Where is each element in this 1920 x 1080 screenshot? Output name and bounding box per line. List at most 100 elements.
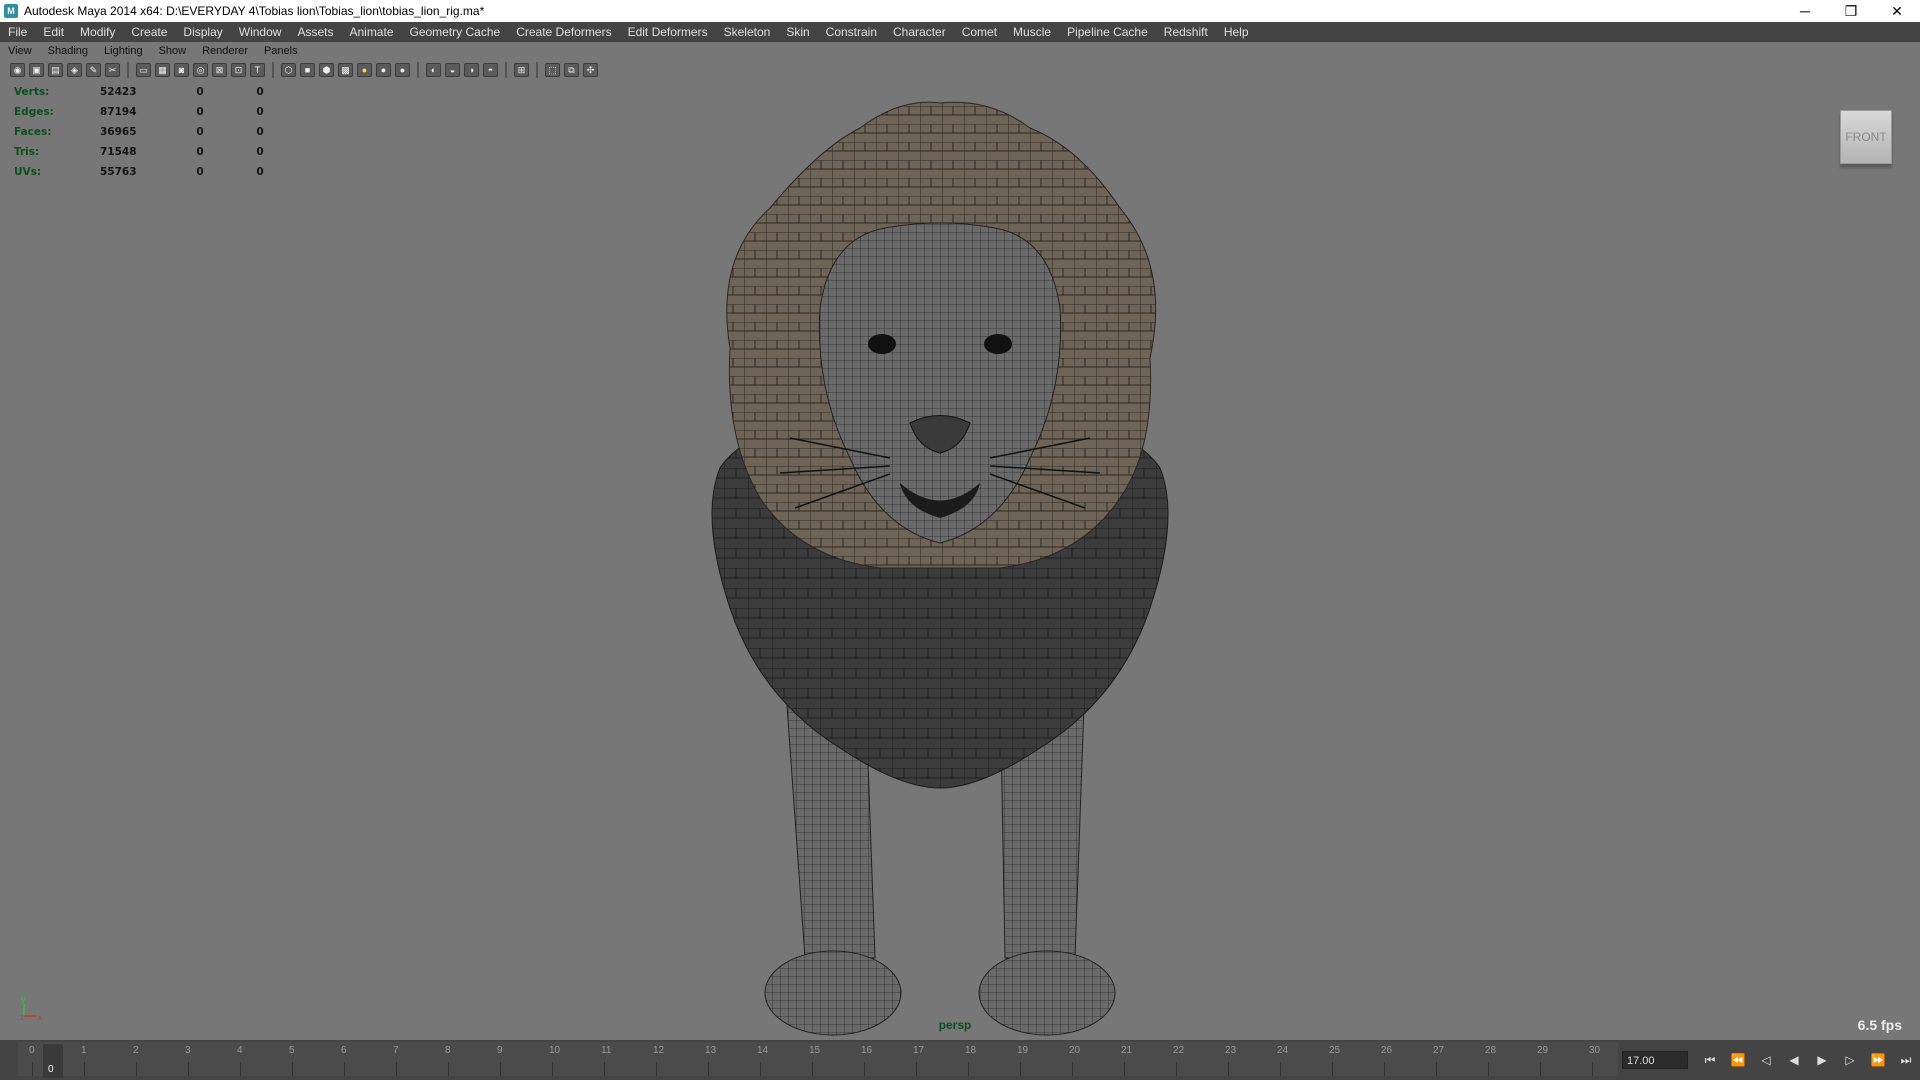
play-forwards-icon[interactable]: ▶: [1812, 1050, 1832, 1070]
time-slider[interactable]: 0 0 1 2 3 4 5 6 7 8 9 10 11 12 13 14 15 16 17 18 19 20 21 22 23…: [0, 1040, 1920, 1080]
viewcube[interactable]: FRONT: [1840, 110, 1892, 164]
xray-joints-icon[interactable]: ⧉: [564, 63, 579, 77]
xray-icon[interactable]: ⬚: [545, 63, 560, 77]
perspective-viewport[interactable]: View Shading Lighting Show Renderer Pane…: [0, 42, 1920, 1040]
step-back-key-icon[interactable]: ⏪: [1728, 1050, 1748, 1070]
menu-redshift[interactable]: Redshift: [1156, 25, 1216, 39]
time-tick-label: 12: [653, 1045, 665, 1056]
time-tick-label: 18: [965, 1045, 977, 1056]
menu-pipeline-cache[interactable]: Pipeline Cache: [1059, 25, 1156, 39]
step-forward-frame-icon[interactable]: ▷: [1840, 1050, 1860, 1070]
shadows-icon[interactable]: ●: [376, 63, 391, 77]
select-camera-icon[interactable]: ◉: [10, 63, 25, 77]
panel-menu-renderer[interactable]: Renderer: [194, 45, 256, 57]
time-tick: [396, 1062, 397, 1076]
hud-value: 0: [196, 166, 204, 178]
time-tick: [708, 1062, 709, 1076]
use-all-lights-icon[interactable]: ●: [357, 63, 372, 77]
hud-label: Faces:: [14, 126, 52, 138]
menu-help[interactable]: Help: [1216, 25, 1257, 39]
hud-value: 0: [256, 106, 264, 118]
menu-display[interactable]: Display: [175, 25, 230, 39]
menu-geometry-cache[interactable]: Geometry Cache: [402, 25, 509, 39]
time-tick-label: 16: [861, 1045, 873, 1056]
textured-icon[interactable]: ▩: [338, 63, 353, 77]
menu-file[interactable]: File: [0, 25, 35, 39]
go-to-end-icon[interactable]: ⏭: [1896, 1050, 1916, 1070]
isolate-select-icon[interactable]: ⊞: [514, 63, 529, 77]
time-tick-label: 8: [445, 1045, 451, 1056]
panel-menu-shading[interactable]: Shading: [40, 45, 96, 57]
window-controls: ─ ❐ ✕: [1782, 0, 1920, 22]
panel-menu-lighting[interactable]: Lighting: [96, 45, 151, 57]
time-tick-label: 14: [757, 1045, 769, 1056]
two-sided-lighting-icon[interactable]: T: [250, 63, 265, 77]
close-button[interactable]: ✕: [1874, 0, 1920, 22]
restore-button[interactable]: ❐: [1828, 0, 1874, 22]
menu-edit[interactable]: Edit: [35, 25, 72, 39]
panel-menu-show[interactable]: Show: [151, 45, 195, 57]
hardware-fog-icon[interactable]: ◓: [483, 63, 498, 77]
time-tick: [1332, 1062, 1333, 1076]
menu-skeleton[interactable]: Skeleton: [716, 25, 779, 39]
screen-space-ao-icon[interactable]: ●: [395, 63, 410, 77]
xray-active-components-icon[interactable]: ✣: [583, 63, 598, 77]
lion-model[interactable]: [700, 88, 1180, 1040]
camera-name-label: persp: [938, 1018, 972, 1032]
menu-edit-deformers[interactable]: Edit Deformers: [620, 25, 716, 39]
menu-character[interactable]: Character: [885, 25, 954, 39]
wireframe-on-shaded-icon[interactable]: ⬢: [319, 63, 334, 77]
step-back-frame-icon[interactable]: ◁: [1756, 1050, 1776, 1070]
wireframe-icon[interactable]: ⬡: [281, 63, 296, 77]
time-tick: [136, 1062, 137, 1076]
time-tick-label: 26: [1381, 1045, 1393, 1056]
menu-assets[interactable]: Assets: [289, 25, 341, 39]
time-tick: [240, 1062, 241, 1076]
image-plane-icon[interactable]: ◈: [67, 63, 82, 77]
menu-animate[interactable]: Animate: [341, 25, 401, 39]
axis-y-label: y: [21, 994, 26, 1004]
time-ruler[interactable]: 0 0 1 2 3 4 5 6 7 8 9 10 11 12 13 14 15 16 17 18 19 20 21 22 23…: [18, 1042, 1618, 1078]
camera-attributes-icon[interactable]: ▣: [29, 63, 44, 77]
hud-value: 0: [256, 166, 264, 178]
menu-comet[interactable]: Comet: [954, 25, 1005, 39]
current-frame-label: 0: [48, 1064, 54, 1075]
menu-create[interactable]: Create: [123, 25, 175, 39]
step-forward-key-icon[interactable]: ⏩: [1868, 1050, 1888, 1070]
film-gate-icon[interactable]: ▭: [136, 63, 151, 77]
menu-skin[interactable]: Skin: [778, 25, 817, 39]
menu-create-deformers[interactable]: Create Deformers: [508, 25, 619, 39]
play-backwards-icon[interactable]: ◀: [1784, 1050, 1804, 1070]
bookmarks-icon[interactable]: ▤: [48, 63, 63, 77]
current-time-field[interactable]: 17.00: [1622, 1051, 1688, 1069]
grid-toggle-icon[interactable]: ✂: [105, 63, 120, 77]
hud-row-verts: Verts: 52423 0 0: [14, 82, 290, 102]
go-to-start-icon[interactable]: ⏮: [1700, 1050, 1720, 1070]
time-tick: [1020, 1062, 1021, 1076]
main-menubar: File Edit Modify Create Display Window A…: [0, 22, 1920, 43]
depth-of-field-icon[interactable]: ◑: [464, 63, 479, 77]
time-tick: [1124, 1062, 1125, 1076]
menu-constrain[interactable]: Constrain: [818, 25, 885, 39]
safe-action-icon[interactable]: ⊠: [212, 63, 227, 77]
motion-blur-icon[interactable]: ◐: [426, 63, 441, 77]
grease-pencil-icon[interactable]: ✎: [86, 63, 101, 77]
time-tick-label: 7: [393, 1045, 399, 1056]
hud-value: 87194: [100, 106, 137, 118]
field-chart-icon[interactable]: ◎: [193, 63, 208, 77]
hud-label: Tris:: [14, 146, 40, 158]
resolution-gate-icon[interactable]: ▦: [155, 63, 170, 77]
minimize-button[interactable]: ─: [1782, 0, 1828, 22]
multisample-aa-icon[interactable]: ◒: [445, 63, 460, 77]
menu-muscle[interactable]: Muscle: [1005, 25, 1059, 39]
menu-modify[interactable]: Modify: [72, 25, 123, 39]
time-tick: [500, 1062, 501, 1076]
menu-window[interactable]: Window: [231, 25, 290, 39]
gate-mask-icon[interactable]: ◙: [174, 63, 189, 77]
fps-readout: 6.5 fps: [1857, 1017, 1902, 1033]
time-tick: [656, 1062, 657, 1076]
safe-title-icon[interactable]: ⊡: [231, 63, 246, 77]
smooth-shade-icon[interactable]: ■: [300, 63, 315, 77]
panel-menu-panels[interactable]: Panels: [256, 45, 306, 57]
panel-menu-view[interactable]: View: [0, 45, 40, 57]
